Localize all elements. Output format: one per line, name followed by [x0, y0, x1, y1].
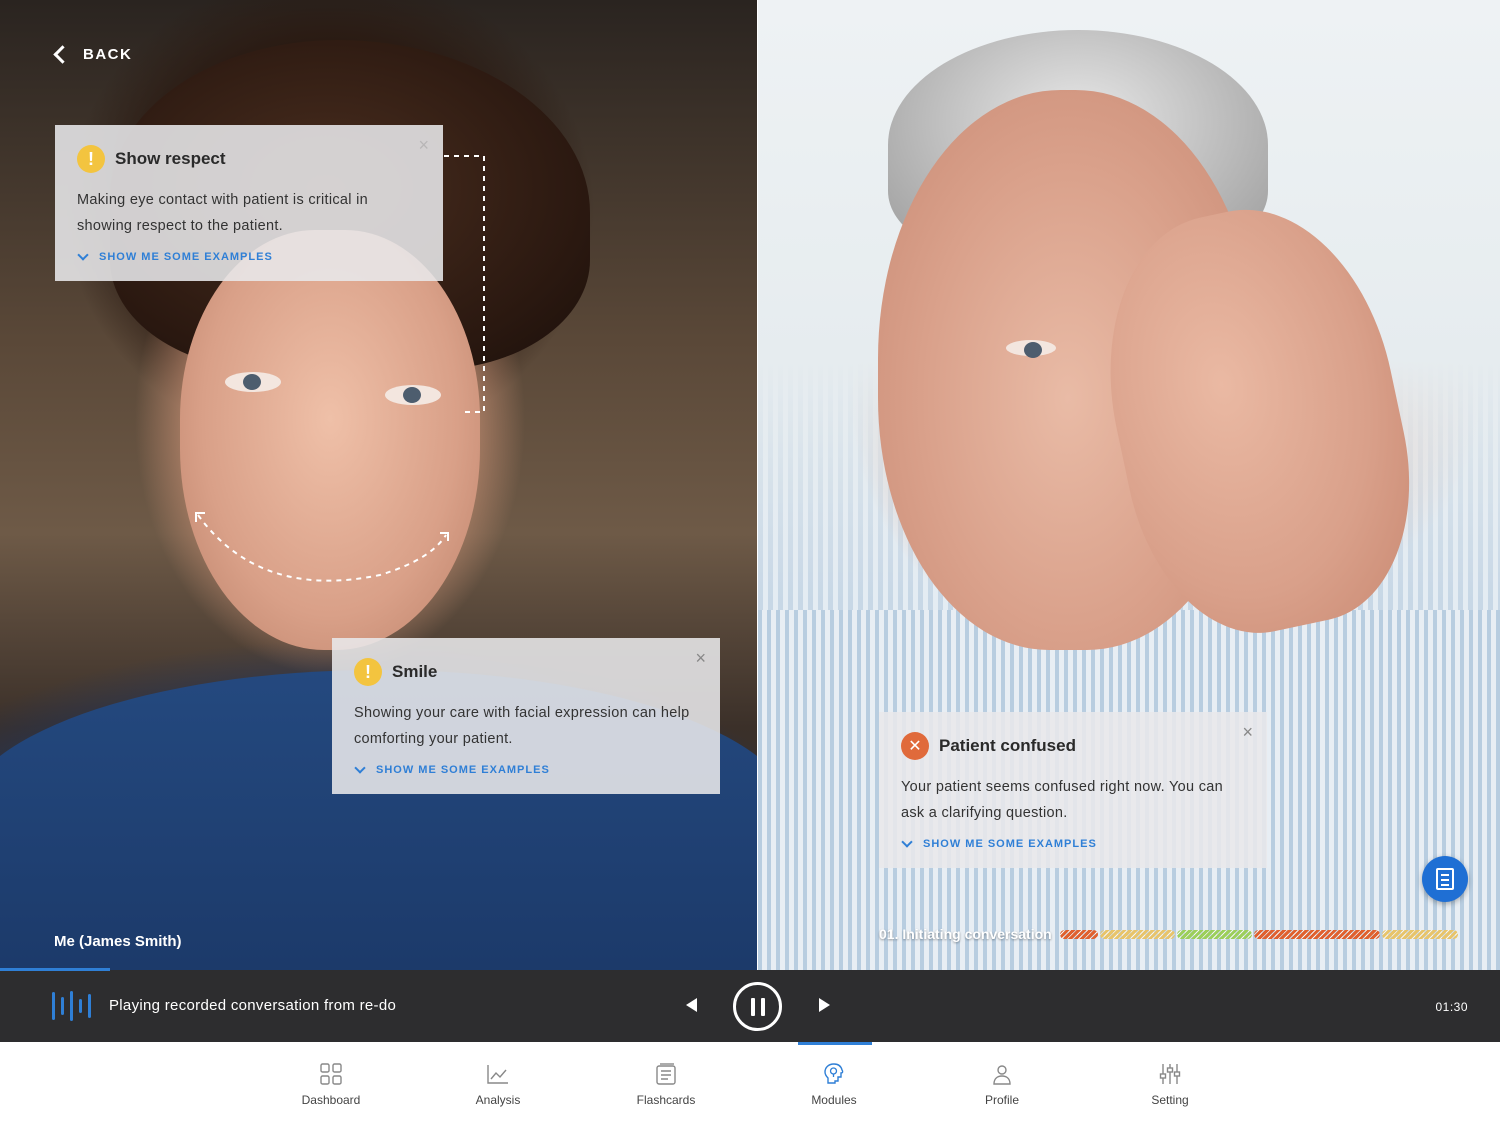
warning-icon: !	[77, 145, 105, 173]
sentiment-segment	[1253, 929, 1380, 939]
pause-icon-bar	[760, 997, 765, 1016]
nav-item-setting[interactable]: Setting	[1120, 1042, 1220, 1124]
self-eye-left	[225, 372, 281, 392]
self-face	[180, 230, 480, 650]
player-bar: Playing recorded conversation from re-do…	[0, 970, 1500, 1042]
pause-icon	[750, 997, 755, 1016]
self-name-label: Me (James Smith)	[54, 933, 182, 950]
sentiment-segment	[1176, 929, 1252, 939]
back-button[interactable]: BACK	[50, 45, 133, 64]
show-examples-link[interactable]: SHOW ME SOME EXAMPLES	[354, 762, 698, 776]
conversation-stage-label: 01. Initiating conversation	[879, 926, 1052, 942]
warning-icon: !	[354, 658, 382, 686]
next-button[interactable]	[819, 998, 830, 1012]
bottom-navigation: Dashboard Analysis Flashcards Modules Pr…	[0, 1042, 1500, 1124]
show-examples-label: SHOW ME SOME EXAMPLES	[923, 838, 1097, 850]
patient-eye-left	[1006, 340, 1056, 358]
cards-icon	[656, 1063, 676, 1085]
nav-item-flashcards[interactable]: Flashcards	[616, 1042, 716, 1124]
chevron-down-icon	[901, 836, 913, 848]
close-icon[interactable]: ×	[695, 648, 706, 669]
nav-item-profile[interactable]: Profile	[952, 1042, 1052, 1124]
show-examples-label: SHOW ME SOME EXAMPLES	[376, 764, 550, 776]
chevron-down-icon	[77, 249, 89, 261]
sentiment-segment	[1059, 929, 1098, 939]
person-icon	[993, 1065, 1011, 1085]
nav-item-modules[interactable]: Modules	[784, 1042, 884, 1124]
playback-time: 01:30	[1435, 1000, 1468, 1014]
error-icon: ✕	[901, 732, 929, 760]
tip-title: Show respect	[115, 149, 226, 168]
nav-item-analysis[interactable]: Analysis	[448, 1042, 548, 1124]
notes-icon	[1436, 868, 1454, 890]
back-label: BACK	[83, 46, 133, 63]
nav-label: Setting	[1151, 1093, 1189, 1107]
sentiment-segment	[1381, 929, 1458, 939]
tip-card-show-respect: × ! Show respect Making eye contact with…	[55, 125, 443, 281]
conversation-timeline: 01. Initiating conversation	[879, 926, 1458, 942]
nav-item-dashboard[interactable]: Dashboard	[281, 1042, 381, 1124]
chevron-down-icon	[354, 762, 366, 774]
chevron-left-icon	[53, 45, 72, 64]
sentiment-segments	[1059, 929, 1458, 939]
pause-button[interactable]	[733, 982, 782, 1031]
audio-wave-icon	[52, 990, 91, 1022]
head-lightbulb-icon	[824, 1063, 844, 1084]
close-icon[interactable]: ×	[418, 135, 429, 156]
previous-button[interactable]	[686, 998, 697, 1012]
show-examples-link[interactable]: SHOW ME SOME EXAMPLES	[901, 836, 1245, 850]
sentiment-segment	[1099, 929, 1175, 939]
playback-status: Playing recorded conversation from re-do	[109, 997, 397, 1014]
nav-label: Modules	[811, 1093, 857, 1107]
nav-label: Dashboard	[301, 1093, 361, 1107]
tip-body: Making eye contact with patient is criti…	[77, 192, 369, 234]
self-eye-right	[385, 385, 441, 405]
show-examples-label: SHOW ME SOME EXAMPLES	[99, 251, 273, 263]
tip-title: Smile	[392, 662, 438, 681]
tip-card-patient-confused: × ✕ Patient confused Your patient seems …	[879, 712, 1267, 868]
nav-label: Flashcards	[636, 1093, 696, 1107]
close-icon[interactable]: ×	[1242, 722, 1253, 743]
nav-label: Analysis	[475, 1093, 521, 1107]
show-examples-link[interactable]: SHOW ME SOME EXAMPLES	[77, 249, 421, 263]
tip-body: Your patient seems confused right now. Y…	[901, 779, 1224, 821]
nav-label: Profile	[984, 1093, 1019, 1107]
sliders-icon	[1159, 1064, 1181, 1084]
chart-icon	[487, 1065, 508, 1084]
tip-title: Patient confused	[939, 736, 1076, 755]
tip-body: Showing your care with facial expression…	[354, 705, 690, 747]
notes-button[interactable]	[1422, 856, 1468, 902]
tip-card-smile: × ! Smile Showing your care with facial …	[332, 638, 720, 794]
playback-progress-bar[interactable]	[0, 968, 110, 971]
grid-icon	[320, 1063, 342, 1085]
